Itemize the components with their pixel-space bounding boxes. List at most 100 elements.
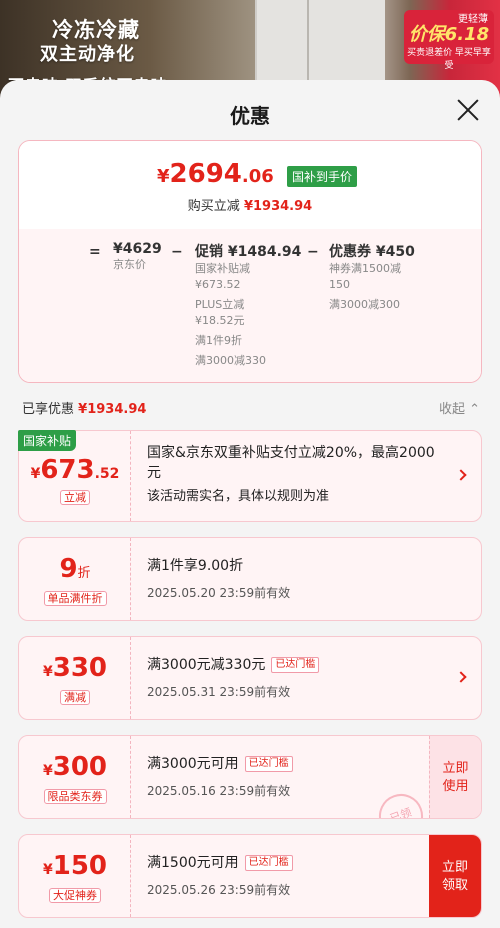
coupon-amount-value: 673 bbox=[40, 455, 95, 485]
coupon-currency: ¥ bbox=[30, 466, 41, 482]
coupon-type-text: 大促神券 bbox=[49, 888, 101, 903]
coupon-amount: ¥450 bbox=[375, 244, 415, 260]
price-breakdown: = ¥4629 京东价 − 促销 ¥1484.94 国家补贴减 ¥673.52 … bbox=[19, 229, 481, 382]
equals-sign: = bbox=[89, 241, 101, 260]
coupon-expiry: 2025.05.16 23:59前有效 bbox=[147, 784, 291, 798]
coupon-card-gov-subsidy[interactable]: ¥673.52 立减 国家&京东双重补贴支付立减20%，最高2000元 该活动需… bbox=[18, 430, 482, 522]
summary-top: ¥2694.06 国补到手价 购买立减 ¥1934.94 bbox=[19, 141, 481, 229]
claim-now-label-1: 立即 bbox=[441, 860, 468, 875]
sheet-title: 优惠 bbox=[230, 104, 270, 128]
gov-subsidy-price-tag: 国补到手价 bbox=[287, 166, 358, 187]
final-price-integer: 2694 bbox=[169, 159, 242, 189]
promo-top-text: 更轻薄 bbox=[458, 14, 488, 25]
promo-amount: ¥1484.94 bbox=[227, 244, 302, 260]
coupon-expiry: 2025.05.20 23:59前有效 bbox=[147, 586, 291, 600]
promo-title: 促销 bbox=[195, 244, 223, 260]
close-icon[interactable] bbox=[454, 96, 482, 124]
enjoyed-amount: ¥1934.94 bbox=[78, 402, 147, 417]
chevron-right-icon[interactable] bbox=[455, 469, 467, 481]
collapse-label: 收起 bbox=[438, 402, 465, 417]
coupon-amount: ¥300 bbox=[19, 752, 131, 782]
threshold-met-tag: 已达门槛 bbox=[244, 855, 293, 871]
final-price-decimal: .06 bbox=[241, 166, 274, 187]
promo-col: 促销 ¥1484.94 国家补贴减 ¥673.52 PLUS立减 ¥18.52元… bbox=[195, 241, 301, 369]
use-now-button[interactable]: 立即 使用 bbox=[429, 736, 481, 818]
threshold-met-tag: 已达门槛 bbox=[244, 756, 293, 772]
coupon-amount-decimal: .52 bbox=[94, 466, 120, 482]
coupon-currency: ¥ bbox=[42, 862, 53, 878]
use-now-label-2: 使用 bbox=[442, 779, 469, 794]
coupon-amount-value: 330 bbox=[52, 653, 108, 683]
promo-line: 国家补贴减 bbox=[195, 262, 250, 275]
coupon-amount-area: ¥150 大促神券 bbox=[19, 835, 131, 917]
coupon-type-text: 限品类东券 bbox=[43, 789, 107, 804]
coupon-amount: 9折 bbox=[19, 554, 131, 584]
promo-line: 满1件9折 bbox=[195, 334, 242, 347]
coupon-currency: ¥ bbox=[42, 664, 53, 680]
final-price-currency: ¥ bbox=[157, 166, 170, 187]
claim-now-label-2: 领取 bbox=[441, 878, 468, 893]
coupon-type-tag: 大促神券 bbox=[19, 887, 131, 903]
save-label: 购买立减 bbox=[187, 199, 240, 214]
equals-text: = bbox=[89, 244, 101, 260]
price-protect-promo: 更轻薄 价保6.18 买贵退差价 早买早享受 bbox=[404, 10, 494, 71]
coupon-amount-value: 150 bbox=[52, 851, 108, 881]
chevron-up-icon: ⌃ bbox=[469, 402, 480, 417]
coupon-amount-value: 300 bbox=[52, 752, 108, 782]
claim-now-button[interactable]: 立即 领取 bbox=[429, 835, 481, 917]
gov-subsidy-badge: 国家补贴 bbox=[18, 430, 77, 451]
coupon-card-full-reduction[interactable]: ¥330 满减 满3000元减330元 已达门槛 2025.05.31 23:59… bbox=[18, 636, 482, 720]
received-stamp: 已领 bbox=[372, 787, 430, 818]
coupon-type-tag: 立减 bbox=[19, 489, 131, 505]
chevron-right-icon[interactable] bbox=[455, 671, 467, 683]
coupon-currency: ¥ bbox=[42, 763, 53, 779]
coupon-col: 优惠券 ¥450 神券满1500减 150 满3000减300 bbox=[329, 241, 415, 313]
coupon-amount: ¥330 bbox=[19, 653, 131, 683]
coupon-card-mega-promo[interactable]: ¥150 大促神券 满1500元可用 已达门槛 2025.05.26 23:59前… bbox=[18, 834, 482, 918]
coupon-line: 满3000减300 bbox=[329, 298, 400, 311]
promo-line: 满3000减330 bbox=[195, 354, 266, 367]
coupon-amount: ¥673.52 bbox=[19, 455, 131, 485]
coupon-amount: ¥150 bbox=[19, 851, 131, 881]
coupon-type-tag: 限品类东券 bbox=[19, 788, 131, 804]
threshold-met-tag: 已达门槛 bbox=[271, 657, 320, 673]
enjoyed-label: 已享优惠 bbox=[22, 402, 75, 417]
coupon-type-tag: 满减 bbox=[19, 689, 131, 705]
coupon-amount-value: 9 bbox=[59, 554, 78, 584]
coupon-amount-unit: 折 bbox=[77, 566, 91, 581]
promo-line: ¥673.52 bbox=[195, 278, 241, 291]
discount-bottom-sheet: 优惠 ¥2694.06 国补到手价 购买立减 ¥1934.94 = ¥4629 … bbox=[0, 80, 500, 928]
coupon-description: 满1500元可用 已达门槛 bbox=[147, 853, 441, 873]
coupon-desc-text: 满3000元减330元 bbox=[147, 657, 266, 673]
save-amount: ¥1934.94 bbox=[243, 199, 313, 214]
coupon-card-discount[interactable]: 9折 单品满件折 满1件享9.00折 2025.05.20 23:59前有效 bbox=[18, 537, 482, 621]
minus-text-2: − bbox=[307, 244, 319, 260]
banner-text-line2: 双主动净化 bbox=[40, 44, 135, 65]
coupon-desc-text: 满3000元可用 bbox=[147, 756, 239, 772]
coupon-type-text: 单品满件折 bbox=[43, 591, 107, 606]
coupon-type-text: 满减 bbox=[60, 690, 90, 705]
minus-text-1: − bbox=[171, 244, 183, 260]
jd-price-col: ¥4629 京东价 bbox=[113, 241, 162, 273]
minus-sign-2: − bbox=[307, 241, 319, 260]
coupon-amount-area: ¥330 满减 bbox=[19, 637, 131, 719]
coupon-amount-area: ¥300 限品类东券 bbox=[19, 736, 131, 818]
coupon-card-category[interactable]: ¥300 限品类东券 满3000元可用 已达门槛 2025.05.16 23:59… bbox=[18, 735, 482, 819]
promo-line: ¥18.52元 bbox=[195, 314, 245, 327]
final-price: ¥2694.06 bbox=[157, 159, 274, 189]
coupon-title: 优惠券 bbox=[329, 244, 371, 260]
coupon-description: 满3000元减330元 已达门槛 bbox=[147, 655, 441, 675]
jd-price-label: 京东价 bbox=[113, 258, 146, 271]
coupon-desc-text: 满1500元可用 bbox=[147, 855, 239, 871]
coupon-line: 150 bbox=[329, 278, 350, 291]
minus-sign-1: − bbox=[171, 241, 183, 260]
collapse-button[interactable]: 收起 ⌃ bbox=[439, 398, 480, 417]
coupon-type-text: 立减 bbox=[60, 490, 90, 505]
promo-main-text: 价保6.18 bbox=[408, 24, 490, 45]
coupon-expiry: 2025.05.31 23:59前有效 bbox=[147, 685, 291, 699]
coupon-description: 满3000元可用 已达门槛 bbox=[147, 754, 441, 774]
promo-sub-text: 买贵退差价 早买早享受 bbox=[407, 48, 491, 71]
coupon-line: 神券满1500减 bbox=[329, 262, 401, 275]
purchase-save-line: 购买立减 ¥1934.94 bbox=[19, 195, 481, 214]
coupon-amount-area: 9折 单品满件折 bbox=[19, 538, 131, 620]
